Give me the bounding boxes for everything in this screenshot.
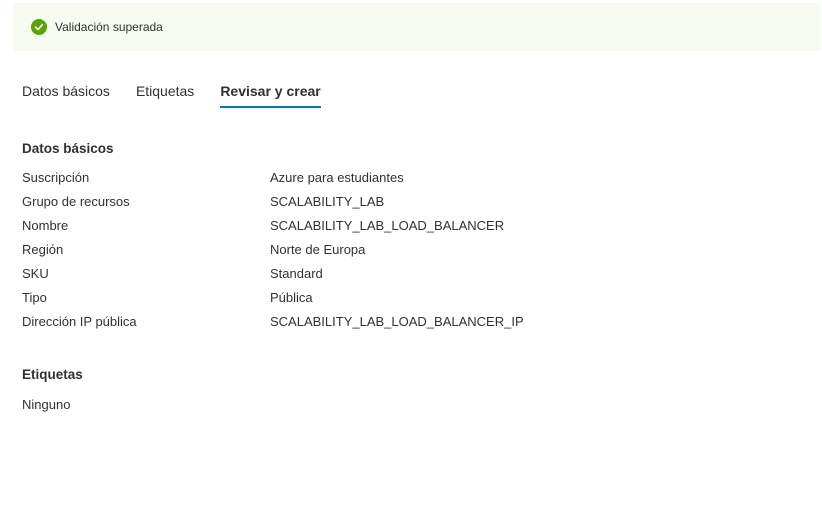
summary-row-subscription: Suscripción Azure para estudiantes [22,170,802,194]
row-value: Pública [270,290,313,305]
row-value: Azure para estudiantes [270,170,404,185]
summary-row-type: Tipo Pública [22,290,802,314]
tab-review-create[interactable]: Revisar y crear [220,82,321,108]
basics-section-title: Datos básicos [22,141,114,156]
row-value: Standard [270,266,323,281]
summary-row-sku: SKU Standard [22,266,802,290]
tab-bar: Datos básicos Etiquetas Revisar y crear [22,82,347,110]
tags-section-title: Etiquetas [22,367,83,382]
summary-row-name: Nombre SCALABILITY_LAB_LOAD_BALANCER [22,218,802,242]
validation-banner: Validación superada [13,3,821,51]
tags-value: Ninguno [22,397,71,412]
review-create-page: Validación superada Datos básicos Etique… [0,0,822,522]
row-label: Nombre [22,218,69,233]
row-value: SCALABILITY_LAB_LOAD_BALANCER_IP [270,314,524,329]
tab-basics[interactable]: Datos básicos [22,82,110,108]
summary-row-public-ip: Dirección IP pública SCALABILITY_LAB_LOA… [22,314,802,338]
summary-row-resource-group: Grupo de recursos SCALABILITY_LAB [22,194,802,218]
row-label: Dirección IP pública [22,314,137,329]
summary-row-region: Región Norte de Europa [22,242,802,266]
row-value: SCALABILITY_LAB [270,194,385,209]
tab-tags[interactable]: Etiquetas [136,82,194,108]
row-label: Grupo de recursos [22,194,130,209]
validation-message: Validación superada [55,20,163,34]
row-label: SKU [22,266,49,281]
row-value: SCALABILITY_LAB_LOAD_BALANCER [270,218,505,233]
row-label: Suscripción [22,170,90,185]
check-circle-icon [31,19,47,35]
row-value: Norte de Europa [270,242,366,257]
row-label: Tipo [22,290,47,305]
basics-summary: Suscripción Azure para estudiantes Grupo… [22,170,802,338]
row-label: Región [22,242,64,257]
